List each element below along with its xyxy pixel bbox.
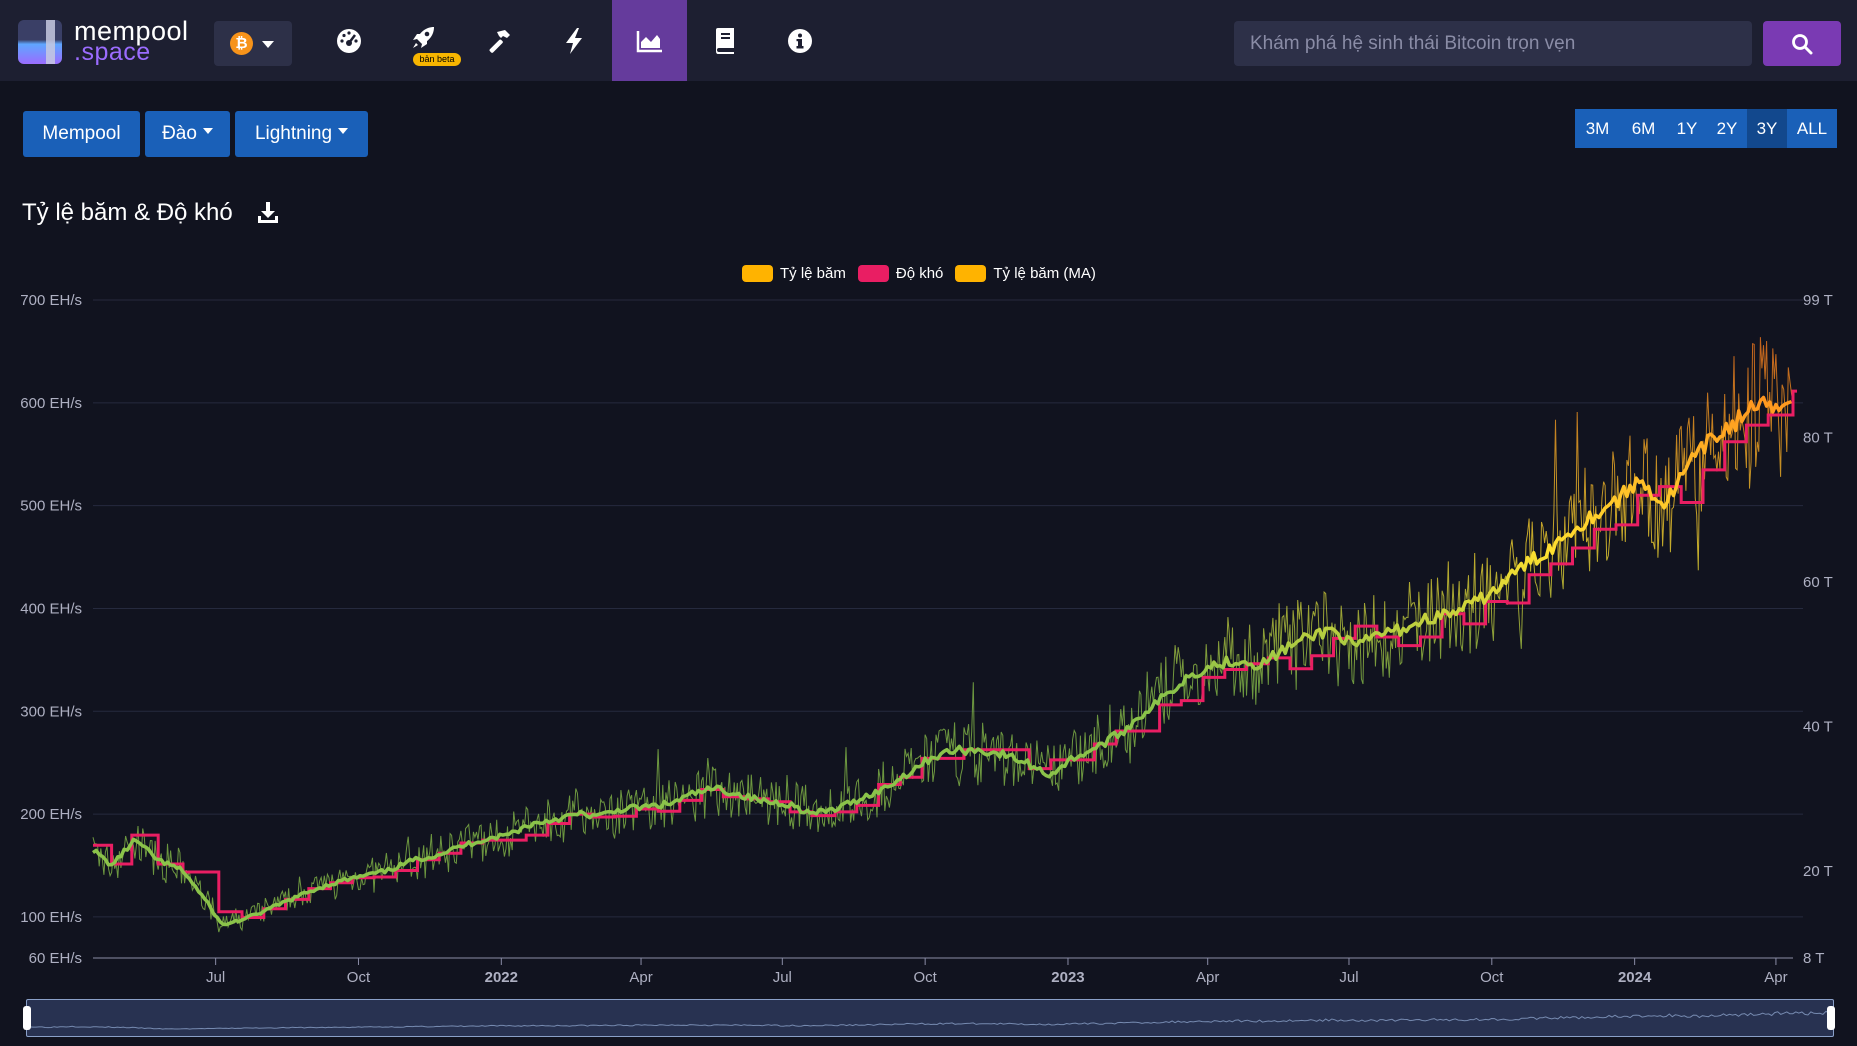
search-button[interactable] — [1763, 21, 1841, 66]
lightning-menu-label: Lightning — [254, 123, 333, 144]
book-icon — [715, 27, 734, 54]
chart-legend: Tỷ lệ băm Độ khó Tỷ lệ băm (MA) — [742, 262, 1108, 284]
y-left-tick-label: 500 EH/s — [20, 498, 82, 515]
legend-swatch — [955, 264, 987, 282]
y-left-tick-label: 400 EH/s — [20, 600, 82, 617]
x-tick-label: 2023 — [1051, 969, 1084, 986]
range-6m-button[interactable]: 6M — [1620, 109, 1667, 148]
legend-label: Tỷ lệ băm — [780, 264, 846, 282]
search-icon — [1792, 33, 1813, 54]
x-tick-label: 2022 — [485, 969, 518, 986]
bitcoin-icon: ₿ — [230, 32, 253, 55]
y-left-tick-label: 600 EH/s — [20, 395, 82, 412]
legend-label: Độ khó — [895, 264, 944, 282]
time-range-selector: 3M 6M 1Y 2Y 3Y ALL — [1575, 109, 1837, 148]
nav-dashboard[interactable] — [311, 0, 386, 81]
mining-menu-label: Đào — [162, 123, 197, 144]
legend-swatch — [857, 264, 889, 282]
x-tick-label: Apr — [1764, 969, 1787, 986]
mempool-logo[interactable]: mempool .space — [18, 16, 203, 66]
chevron-down-icon — [202, 128, 213, 134]
chevron-down-icon — [338, 128, 349, 134]
y-left-tick-label: 700 EH/s — [20, 292, 82, 309]
x-tick-label: Apr — [629, 969, 652, 986]
chart-icon — [636, 30, 662, 52]
download-icon[interactable] — [256, 201, 280, 225]
y-right-tick-label: 40 T — [1803, 719, 1833, 736]
x-tick-label: Jul — [773, 969, 792, 986]
hammer-icon — [489, 29, 510, 53]
nav-accelerator[interactable] — [386, 0, 461, 81]
y-right-tick-label: 60 T — [1803, 574, 1833, 591]
nav-lightning[interactable] — [536, 0, 611, 81]
zoom-navigator[interactable] — [26, 999, 1834, 1037]
chart-axes: 700 EH/s 600 EH/s 500 EH/s 400 EH/s 300 EH/s… — [20, 292, 1832, 986]
lightning-menu-button[interactable]: Lightning — [235, 111, 368, 157]
x-tick-label: Jul — [1339, 969, 1358, 986]
info-icon — [787, 28, 812, 53]
nav-docs[interactable] — [687, 0, 762, 81]
legend-item-difficulty[interactable]: Độ khó — [857, 264, 944, 282]
beta-badge: bản beta — [413, 53, 461, 66]
mempool-menu-button[interactable]: Mempool — [23, 111, 140, 157]
range-all-button[interactable]: ALL — [1787, 109, 1837, 148]
y-left-tick-label: 300 EH/s — [20, 703, 82, 720]
grid-lines — [93, 299, 1803, 918]
nav-about[interactable] — [762, 0, 837, 81]
mempool-menu-label: Mempool — [42, 123, 121, 144]
nav-mining[interactable] — [461, 0, 536, 81]
navigator-preview — [27, 1010, 1833, 1030]
hashrate-difficulty-chart[interactable]: 700 EH/s 600 EH/s 500 EH/s 400 EH/s 300 EH/s… — [0, 290, 1857, 990]
x-tick-label: Oct — [913, 969, 937, 986]
range-3y-button[interactable]: 3Y — [1747, 109, 1787, 148]
page-title: Tỷ lệ băm & Độ khó — [22, 199, 233, 226]
y-left-tick-label: 100 EH/s — [20, 909, 82, 926]
lightning-icon — [565, 27, 582, 54]
legend-label: Tỷ lệ băm (MA) — [993, 264, 1096, 282]
legend-item-hashrate-ma[interactable]: Tỷ lệ băm (MA) — [955, 264, 1096, 282]
y-left-tick-label: 60 EH/s — [29, 950, 82, 967]
rocket-icon — [412, 26, 434, 48]
dashboard-icon — [336, 28, 361, 53]
mining-menu-button[interactable]: Đào — [145, 111, 230, 157]
x-tick-label: Jul — [206, 969, 225, 986]
top-navbar: mempool .space ₿ bản beta — [0, 0, 1857, 81]
range-3m-button[interactable]: 3M — [1575, 109, 1620, 148]
hashrate-daily-line — [92, 337, 1794, 933]
logo-text-space: .space — [74, 38, 151, 66]
network-selector-button[interactable]: ₿ — [214, 21, 292, 66]
y-right-tick-label: 8 T — [1803, 950, 1824, 967]
range-1y-button[interactable]: 1Y — [1667, 109, 1707, 148]
range-2y-button[interactable]: 2Y — [1707, 109, 1747, 148]
navigator-right-handle[interactable] — [1827, 1006, 1835, 1030]
y-right-tick-label: 80 T — [1803, 429, 1833, 446]
difficulty-step-line — [93, 389, 1797, 919]
y-right-tick-label: 20 T — [1803, 863, 1833, 880]
chevron-down-icon — [262, 41, 274, 48]
chart-series — [91, 337, 1797, 933]
logo-mark-icon — [18, 20, 62, 64]
x-tick-label: Oct — [347, 969, 371, 986]
x-tick-label: Apr — [1196, 969, 1219, 986]
navigator-line — [27, 1010, 1833, 1030]
search-input[interactable] — [1234, 21, 1752, 66]
y-right-tick-label: 99 T — [1803, 292, 1833, 309]
legend-item-hashrate[interactable]: Tỷ lệ băm — [742, 264, 846, 282]
y-left-tick-label: 200 EH/s — [20, 806, 82, 823]
x-tick-label: Oct — [1480, 969, 1504, 986]
hashrate-ma-line — [91, 395, 1793, 927]
legend-swatch — [742, 264, 773, 282]
navigator-left-handle[interactable] — [23, 1006, 31, 1030]
x-tick-label: 2024 — [1618, 969, 1652, 986]
nav-graphs[interactable] — [612, 0, 687, 81]
